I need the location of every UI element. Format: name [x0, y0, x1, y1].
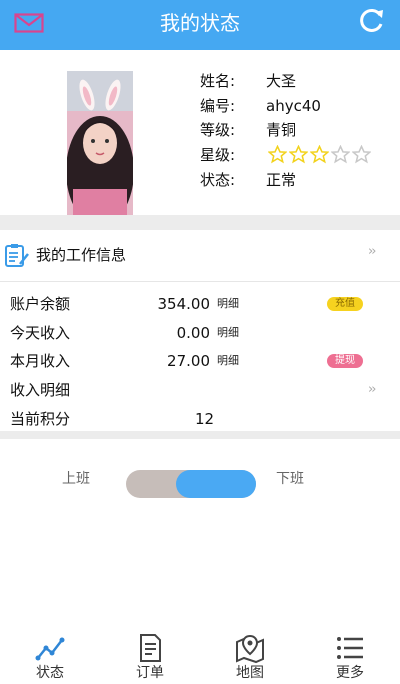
- order-document-icon: [140, 634, 161, 662]
- star-row: 星级:: [200, 143, 266, 167]
- star-rating: [268, 145, 371, 165]
- tab-map-label: 地图: [236, 665, 264, 681]
- status-value: 正常: [266, 171, 297, 189]
- points-value: 12: [195, 410, 215, 428]
- chevron-right-icon: ››: [368, 244, 377, 259]
- income-detail-label: 收入明细: [10, 381, 71, 399]
- tab-orders-label: 订单: [136, 665, 164, 681]
- bottom-tab-bar: 状态 订单 地图 更多: [0, 622, 400, 684]
- month-income-row: 本月收入 27.00 明细 提现: [0, 347, 400, 375]
- toggle-knob[interactable]: [176, 470, 256, 498]
- level-value: 青铜: [266, 121, 297, 139]
- map-pin-icon: [236, 634, 264, 664]
- status-label: 状态:: [200, 171, 236, 189]
- on-duty-label: 上班: [62, 471, 90, 487]
- work-info-row[interactable]: 我的工作信息 ››: [0, 230, 400, 282]
- today-income-label: 今天收入: [10, 324, 71, 342]
- duty-toggle[interactable]: [126, 470, 256, 498]
- recharge-button[interactable]: 充值: [327, 297, 363, 311]
- avatar: [67, 71, 133, 215]
- status-row: 状态: 正常: [200, 168, 296, 192]
- star-empty-icon: [352, 145, 371, 164]
- id-value: ahyc40: [266, 97, 321, 115]
- balance-detail-link[interactable]: 明细: [217, 290, 239, 318]
- profile-card: 姓名: 大圣 编号: ahyc40 等级: 青铜 星级: 状态: 正常: [0, 50, 400, 215]
- divider: [0, 215, 400, 230]
- id-row: 编号: ahyc40: [200, 94, 321, 118]
- chevron-right-icon: ››: [368, 382, 377, 397]
- points-label: 当前积分: [10, 410, 71, 428]
- divider: [0, 431, 400, 439]
- star-filled-icon: [310, 145, 329, 164]
- month-income-label: 本月收入: [10, 352, 71, 370]
- star-label: 星级:: [200, 146, 236, 164]
- clipboard-edit-icon: [5, 244, 29, 267]
- points-row: 当前积分 12: [0, 405, 400, 433]
- tab-more[interactable]: 更多: [300, 622, 400, 684]
- tab-orders[interactable]: 订单: [100, 622, 200, 684]
- month-detail-link[interactable]: 明细: [217, 347, 239, 375]
- refresh-icon[interactable]: [358, 6, 386, 34]
- star-empty-icon: [331, 145, 350, 164]
- name-label: 姓名:: [200, 72, 236, 90]
- month-income-amount: 27.00: [167, 352, 210, 370]
- tab-status-label: 状态: [36, 665, 64, 681]
- tab-more-label: 更多: [336, 665, 364, 681]
- off-duty-label: 下班: [276, 471, 304, 487]
- star-filled-icon: [289, 145, 308, 164]
- star-filled-icon: [268, 145, 287, 164]
- name-value: 大圣: [266, 72, 297, 90]
- name-row: 姓名: 大圣: [200, 69, 296, 93]
- today-income-row: 今天收入 0.00 明细: [0, 319, 400, 347]
- withdraw-button[interactable]: 提现: [327, 354, 363, 368]
- level-row: 等级: 青铜: [200, 118, 296, 142]
- page-title: 我的状态: [160, 11, 240, 35]
- tab-status[interactable]: 状态: [0, 622, 100, 684]
- balance-label: 账户余额: [10, 295, 71, 313]
- top-bar: 我的状态: [0, 0, 400, 50]
- status-chart-icon: [35, 637, 65, 661]
- today-detail-link[interactable]: 明细: [217, 319, 239, 347]
- more-list-icon: [337, 637, 363, 659]
- work-info-title: 我的工作信息: [36, 246, 127, 264]
- id-label: 编号:: [200, 97, 236, 115]
- today-income-amount: 0.00: [176, 324, 210, 342]
- level-label: 等级:: [200, 121, 236, 139]
- balance-amount: 354.00: [157, 295, 211, 313]
- balance-row: 账户余额 354.00 明细 充值: [0, 290, 400, 318]
- duty-switch-row: 上班 下班: [0, 460, 400, 500]
- tab-map[interactable]: 地图: [200, 622, 300, 684]
- income-detail-row[interactable]: 收入明细 ››: [0, 376, 400, 404]
